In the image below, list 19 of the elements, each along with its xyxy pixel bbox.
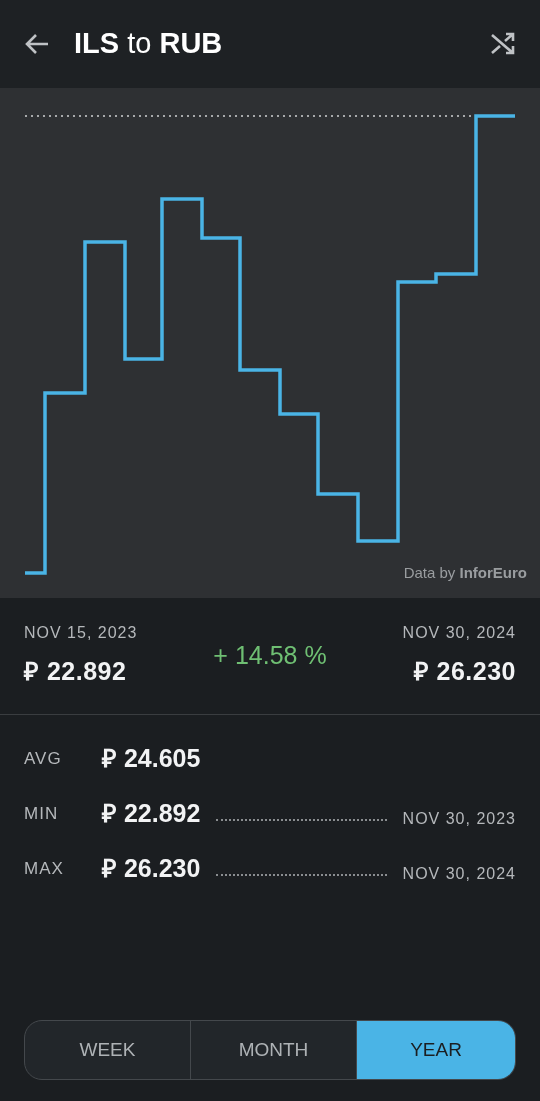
stat-label: MAX [24, 857, 65, 880]
shuffle-icon[interactable] [490, 32, 516, 56]
start-rate: ₽ 22.892 [24, 656, 128, 688]
period-tab[interactable]: WEEK [25, 1021, 191, 1079]
stat-value: ₽ 24.605 [102, 742, 201, 774]
data-credit: Data by InforEuro [403, 562, 527, 583]
stat-label: AVG [24, 747, 63, 770]
stat-date: NOV 30, 2024 [402, 863, 516, 884]
back-icon[interactable] [24, 33, 50, 55]
end-date: NOV 30, 2024 [402, 623, 516, 644]
page-title: ILS to RUB [74, 26, 223, 62]
rate-change: + 14.58 % [213, 640, 327, 672]
start-date: NOV 15, 2023 [24, 623, 138, 644]
period-tab[interactable]: YEAR [357, 1021, 515, 1079]
stat-value: ₽ 26.230 [102, 852, 201, 884]
stat-value: ₽ 22.892 [102, 797, 201, 829]
stat-label: MIN [24, 802, 60, 825]
end-rate: ₽ 26.230 [413, 656, 516, 688]
stat-date: NOV 30, 2023 [402, 808, 516, 829]
